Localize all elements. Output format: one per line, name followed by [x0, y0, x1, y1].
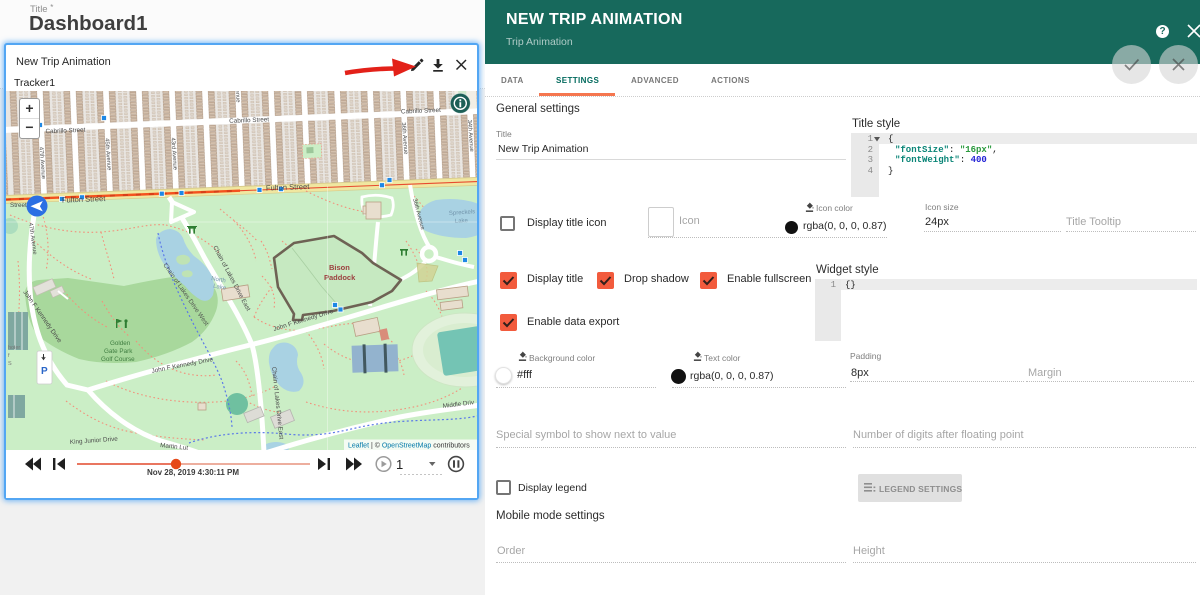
svg-text:Street: Street [10, 202, 27, 209]
svg-text:hoier: hoier [8, 345, 20, 351]
svg-text:Bison: Bison [329, 263, 350, 272]
svg-text:Leaflet | © OpenStreetMap cont: Leaflet | © OpenStreetMap contributors [348, 442, 470, 450]
svg-text:Fulton Street: Fulton Street [266, 182, 311, 193]
svg-text:Paddock: Paddock [324, 273, 356, 282]
svg-text:Golden: Golden [110, 340, 131, 347]
svg-text:Gate Park: Gate Park [104, 348, 133, 355]
svg-text:S: S [8, 361, 12, 367]
svg-text:1: 1 [396, 457, 403, 472]
svg-text:P: P [41, 366, 48, 377]
svg-text:Fulton Street: Fulton Street [62, 194, 107, 205]
svg-text:Lake: Lake [455, 218, 469, 225]
svg-text:Golf Course: Golf Course [101, 356, 135, 363]
